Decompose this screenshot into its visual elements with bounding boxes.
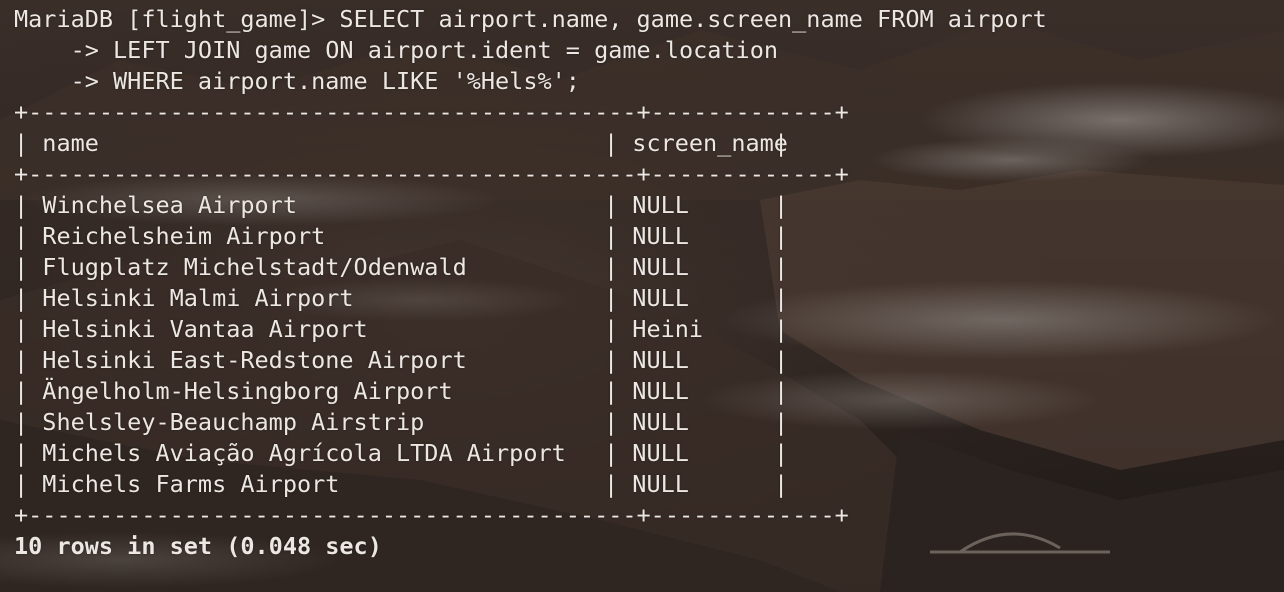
column-header-screen-name: screen_name [632,129,788,157]
cell-screen-name: NULL [632,191,689,219]
result-summary: 10 rows in set (0.048 sec) [14,532,382,560]
cell-screen-name: NULL [632,346,689,374]
table-row: | Michels Aviação Agrícola LTDA Airport |… [14,439,789,467]
cell-name: Ängelholm-Helsingborg Airport [42,377,453,405]
cell-name: Helsinki Vantaa Airport [42,315,368,343]
cell-name: Shelsley-Beauchamp Airstrip [42,408,425,436]
cell-screen-name: NULL [632,253,689,281]
table-row: | Reichelsheim Airport | NULL | [14,222,789,250]
query-text: SELECT airport.name, game.screen_name FR… [339,5,1047,33]
sql-prompt: MariaDB [flight_game]> [14,5,340,33]
table-border-header: +---------------------------------------… [14,160,849,188]
query-line-1: MariaDB [flight_game]> SELECT airport.na… [14,4,1047,35]
cell-screen-name: NULL [632,470,689,498]
table-row: | Ängelholm-Helsingborg Airport | NULL | [14,377,789,405]
table-row: | Flugplatz Michelstadt/Odenwald | NULL | [14,253,789,281]
cell-name: Michels Aviação Agrícola LTDA Airport [42,439,566,467]
table-row: | Helsinki Vantaa Airport | Heini | [14,315,789,343]
column-header-name: name [42,129,99,157]
cell-name: Reichelsheim Airport [42,222,326,250]
cell-name: Winchelsea Airport [42,191,297,219]
cell-screen-name: NULL [632,408,689,436]
cell-screen-name: NULL [632,439,689,467]
terminal-output: MariaDB [flight_game]> SELECT airport.na… [14,4,1047,562]
cell-screen-name: NULL [632,222,689,250]
table-row: | Winchelsea Airport | NULL | [14,191,789,219]
query-line-3: -> WHERE airport.name LIKE '%Hels%'; [14,67,580,95]
table-row: | Helsinki East-Redstone Airport | NULL | [14,346,789,374]
table-row: | Michels Farms Airport | NULL | [14,470,789,498]
cell-name: Helsinki East-Redstone Airport [42,346,467,374]
cell-name: Michels Farms Airport [42,470,340,498]
cell-screen-name: Heini [632,315,704,343]
cell-name: Flugplatz Michelstadt/Odenwald [42,253,467,281]
terminal-window[interactable]: MariaDB [flight_game]> SELECT airport.na… [0,0,1284,592]
table-header-row: | name | screen_name| [14,129,789,157]
query-line-2: -> LEFT JOIN game ON airport.ident = gam… [14,36,779,64]
table-row: | Shelsley-Beauchamp Airstrip | NULL | [14,408,789,436]
cell-screen-name: NULL [632,284,689,312]
table-row: | Helsinki Malmi Airport | NULL | [14,284,789,312]
cell-name: Helsinki Malmi Airport [42,284,354,312]
table-border-top: +---------------------------------------… [14,98,849,126]
table-border-bottom: +---------------------------------------… [14,501,849,529]
cell-screen-name: NULL [632,377,689,405]
